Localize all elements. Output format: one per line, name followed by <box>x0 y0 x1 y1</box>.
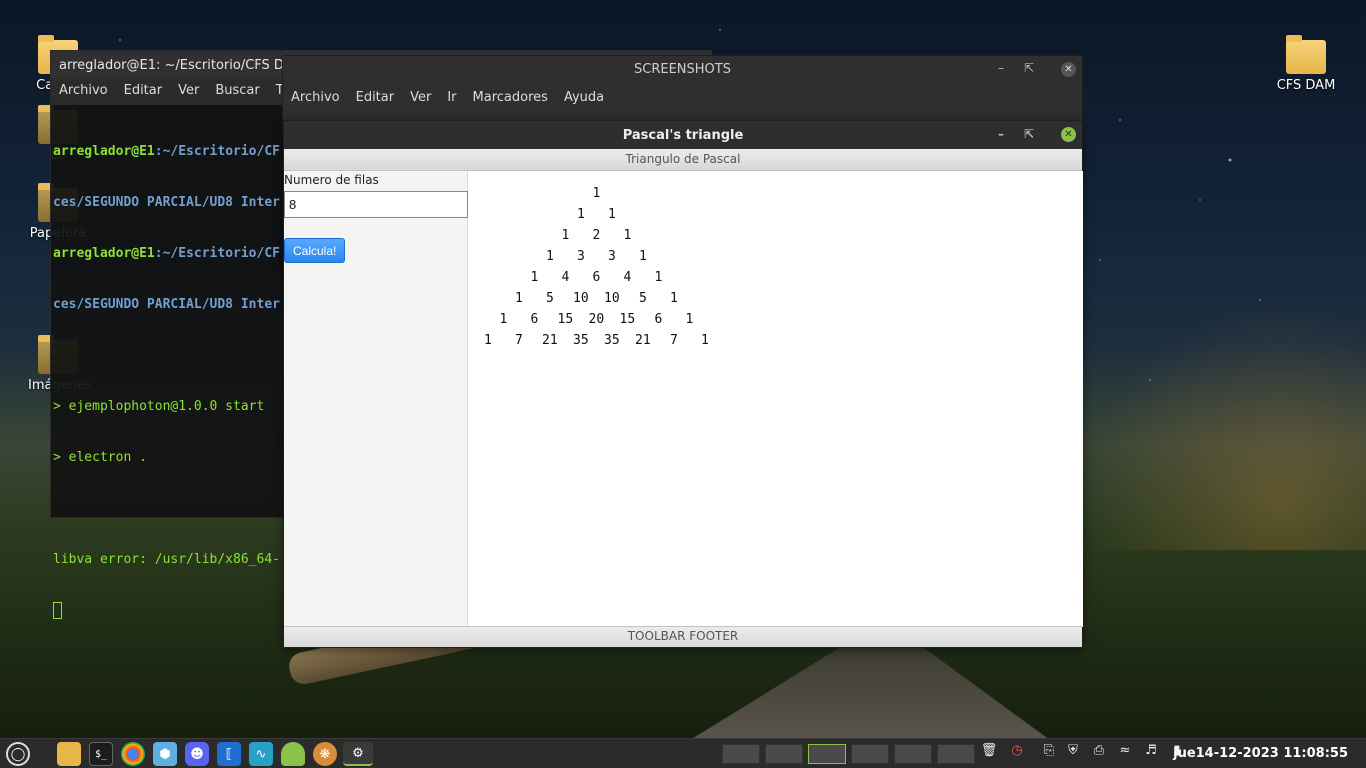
triangle-cell: 1 <box>654 270 663 285</box>
triangle-cell: 6 <box>530 312 539 327</box>
minimize-icon[interactable]: – <box>998 61 1004 75</box>
toolbar-footer: TOOLBAR FOOTER <box>284 626 1082 647</box>
triangle-cell: 1 <box>530 270 539 285</box>
menu-ver[interactable]: Ver <box>178 83 199 101</box>
triangle-cell: 1 <box>592 186 601 201</box>
triangle-cell: 10 <box>573 291 589 306</box>
taskbar: ◯ $_ ⬢ ☻ ⟦ ∿ ❋ ⚙ 🗑 ◷ ⎘ ⛨ ⎙ ≈ ♬ ▮ jue14-1… <box>0 738 1366 768</box>
triangle-cell: 1 <box>577 207 585 222</box>
shield-icon[interactable]: ⛨ <box>1064 743 1082 763</box>
pascal-header: Triangulo de Pascal <box>284 149 1082 171</box>
window-title: SCREENSHOTS <box>634 62 731 77</box>
minimize-icon[interactable]: – <box>998 127 1004 141</box>
app-icon[interactable]: ❋ <box>313 742 337 766</box>
menu-marcadores[interactable]: Marcadores <box>473 90 548 108</box>
terminal-cursor <box>53 602 62 619</box>
rows-input[interactable] <box>284 191 468 218</box>
triangle-cell: 1 <box>561 228 570 243</box>
triangle-cell: 2 <box>592 228 601 243</box>
menu-buscar[interactable]: Buscar <box>215 83 259 101</box>
maximize-icon[interactable]: ⇱ <box>1024 127 1034 141</box>
workspace-1[interactable] <box>722 744 760 764</box>
triangle-cell: 35 <box>573 333 589 348</box>
pascal-sidebar: Numero de filas Calcula! <box>284 171 468 627</box>
workspace-2[interactable] <box>765 744 803 764</box>
triangle-cell: 15 <box>619 312 636 327</box>
triangle-cell: 15 <box>557 312 574 327</box>
files-icon[interactable] <box>57 742 81 766</box>
rows-label: Numero de filas <box>284 173 379 187</box>
workspace-6[interactable] <box>937 744 975 764</box>
workspace-4[interactable] <box>851 744 889 764</box>
timer-icon[interactable]: ◷ <box>1008 743 1026 763</box>
triangle-cell: 21 <box>542 333 558 348</box>
vscode-icon[interactable]: ⟦ <box>217 742 241 766</box>
desktop-icon-cfs-dam[interactable]: CFS DAM <box>1274 35 1338 93</box>
chrome-icon[interactable] <box>121 742 145 766</box>
wifi-icon[interactable]: ≈ <box>1116 743 1134 763</box>
triangle-cell: 5 <box>546 291 554 306</box>
menu-ayuda[interactable]: Ayuda <box>564 90 604 108</box>
triangle-cell: 10 <box>604 291 620 306</box>
terminal-icon[interactable]: $_ <box>89 742 113 766</box>
triangle-cell: 1 <box>515 291 523 306</box>
printer-icon[interactable]: ⎙ <box>1090 743 1108 763</box>
desktop-icon-label: CFS DAM <box>1276 78 1336 93</box>
menu-ir[interactable]: Ir <box>447 90 456 108</box>
triangle-cell: 6 <box>592 270 601 285</box>
menu-icon[interactable]: ◯ <box>6 742 30 766</box>
wallpaper-glow <box>1084 300 1366 550</box>
triangle-cell: 1 <box>546 249 554 264</box>
triangle-cell: 1 <box>639 249 647 264</box>
triangle-cell: 1 <box>499 312 508 327</box>
menu-ver[interactable]: Ver <box>410 90 431 108</box>
triangle-panel: 1 1 1 1 2 1 1 3 3 1 1 4 6 4 1 1 5 10 10 5 1 1 6 15 20 15 6 1 1 7 21 35 3… <box>469 171 1083 627</box>
triangle-cell: 3 <box>577 249 585 264</box>
workspace-5[interactable] <box>894 744 932 764</box>
clock[interactable]: jue14-12-2023 11:08:55 <box>1173 746 1348 761</box>
triangle-cell: 6 <box>654 312 663 327</box>
pascal-titlebar: Pascal's triangle – ⇱ ✕ <box>284 121 1082 149</box>
android-icon[interactable] <box>281 742 305 766</box>
triangle-cell: 4 <box>561 270 570 285</box>
maximize-icon[interactable]: ⇱ <box>1024 61 1034 75</box>
triangle-cell: 5 <box>639 291 647 306</box>
triangle-cell: 1 <box>670 291 678 306</box>
triangle-cell: 21 <box>635 333 651 348</box>
triangle-cell: 35 <box>604 333 620 348</box>
wallpaper-road <box>690 640 1050 740</box>
clipboard-icon[interactable]: ⎘ <box>1040 743 1058 763</box>
volume-icon[interactable]: ♬ <box>1142 743 1160 763</box>
screenshots-menubar: Archivo Editar Ver Ir Marcadores Ayuda <box>283 84 1082 114</box>
triangle-cell: 20 <box>588 312 605 327</box>
folder-icon <box>1286 35 1326 74</box>
monitor-icon[interactable]: ∿ <box>249 742 273 766</box>
triangle-cell: 7 <box>515 333 523 348</box>
menu-editar[interactable]: Editar <box>124 83 163 101</box>
virtualbox-icon[interactable]: ⬢ <box>153 742 177 766</box>
triangle-cell: 3 <box>608 249 616 264</box>
calcula-button[interactable]: Calcula! <box>284 238 346 263</box>
triangle-cell: 1 <box>623 228 632 243</box>
screenshots-titlebar: SCREENSHOTS – ⇱ ✕ <box>283 56 1082 84</box>
window-title: Pascal's triangle <box>622 128 744 143</box>
discord-icon[interactable]: ☻ <box>185 742 209 766</box>
settings-icon[interactable]: ⚙ <box>343 742 373 766</box>
triangle-cell: 4 <box>623 270 632 285</box>
triangle-cell: 1 <box>685 312 694 327</box>
triangle-cell: 7 <box>670 333 678 348</box>
triangle-cell: 1 <box>484 333 492 348</box>
pascal-window[interactable]: Pascal's triangle – ⇱ ✕ Triangulo de Pas… <box>283 120 1083 648</box>
trash-icon[interactable]: 🗑 <box>980 743 998 763</box>
workspace-3[interactable] <box>808 744 846 764</box>
triangle-cell: 1 <box>701 333 709 348</box>
menu-archivo[interactable]: Archivo <box>291 90 340 108</box>
close-icon[interactable]: ✕ <box>1061 62 1076 77</box>
triangle-cell: 1 <box>608 207 616 222</box>
menu-archivo[interactable]: Archivo <box>59 83 108 101</box>
close-icon[interactable]: ✕ <box>1061 127 1076 142</box>
menu-editar[interactable]: Editar <box>356 90 395 108</box>
